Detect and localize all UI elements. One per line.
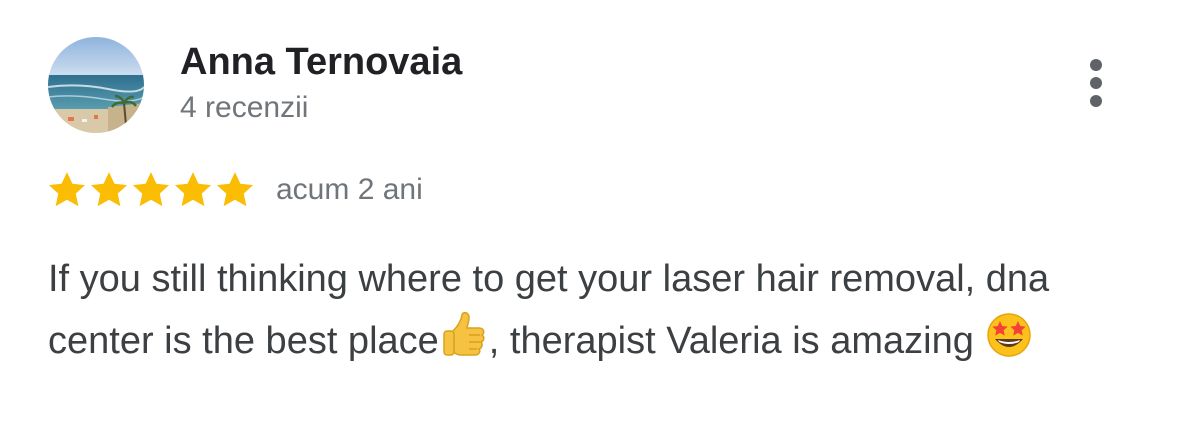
star-struck-icon (984, 309, 1034, 359)
more-options-button[interactable] (1074, 52, 1118, 116)
review-count[interactable]: 4 recenzii (180, 88, 308, 128)
rating-row: acum 2 ani (46, 168, 423, 212)
avatar[interactable] (48, 37, 144, 133)
more-vert-icon (1090, 59, 1102, 107)
review-text: If you still thinking where to get your … (48, 249, 1148, 371)
star-rating (46, 169, 256, 211)
review-text-part-2: , therapist Valeria is amazing (488, 320, 985, 362)
star-icon (132, 172, 170, 207)
thumbs-up-icon (439, 309, 489, 359)
avatar-beach-photo (48, 37, 144, 133)
star-icon (216, 172, 254, 207)
review-card: Anna Ternovaia 4 recenzii acum 2 ani If … (0, 0, 1179, 435)
star-icon (48, 172, 86, 207)
author-name[interactable]: Anna Ternovaia (180, 40, 462, 84)
star-icon (90, 172, 128, 207)
review-date: acum 2 ani (276, 173, 423, 206)
star-icon (174, 172, 212, 207)
